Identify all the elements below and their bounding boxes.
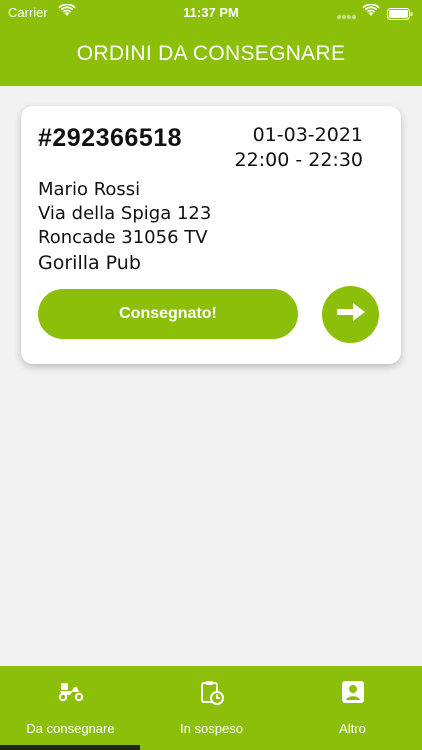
venue-name: Gorilla Pub bbox=[38, 252, 141, 274]
order-time-range: 22:00 - 22:30 bbox=[234, 149, 363, 171]
tab-label: Altro bbox=[339, 721, 366, 736]
home-indicator bbox=[0, 745, 140, 750]
page-title: ORDINI DA CONSEGNARE bbox=[76, 42, 346, 65]
wifi-icon bbox=[362, 3, 380, 20]
battery-icon bbox=[387, 8, 413, 23]
order-card[interactable]: #292366518 01-03-2021 22:00 - 22:30 Mari… bbox=[21, 106, 401, 364]
tab-bar: Da consegnare In sospeso Altro bbox=[0, 666, 422, 750]
tab-in-sospeso[interactable]: In sospeso bbox=[141, 666, 282, 750]
scooter-icon bbox=[0, 680, 141, 702]
tab-label: In sospeso bbox=[180, 721, 243, 736]
customer-name: Mario Rossi bbox=[38, 179, 141, 200]
tab-altro[interactable]: Altro bbox=[282, 666, 422, 750]
signal-dots-icon bbox=[336, 8, 357, 23]
order-details-button[interactable] bbox=[322, 286, 379, 343]
tab-da-consegnare[interactable]: Da consegnare bbox=[0, 666, 141, 750]
status-bar: Carrier 11:37 PM bbox=[0, 0, 422, 26]
app-header: Carrier 11:37 PM ORDINI DA CONSEGNARE bbox=[0, 0, 422, 86]
address-line-2: Roncade 31056 TV bbox=[38, 227, 208, 248]
clock: 11:37 PM bbox=[183, 5, 239, 20]
delivered-button[interactable]: Consegnato! bbox=[38, 289, 298, 339]
arrow-right-icon bbox=[335, 300, 367, 329]
address-line-1: Via della Spiga 123 bbox=[38, 203, 212, 224]
order-date: 01-03-2021 bbox=[252, 124, 363, 146]
user-badge-icon bbox=[282, 680, 422, 704]
order-number: #292366518 bbox=[38, 124, 183, 152]
clipboard-clock-icon bbox=[141, 680, 282, 706]
tab-label: Da consegnare bbox=[26, 721, 115, 736]
